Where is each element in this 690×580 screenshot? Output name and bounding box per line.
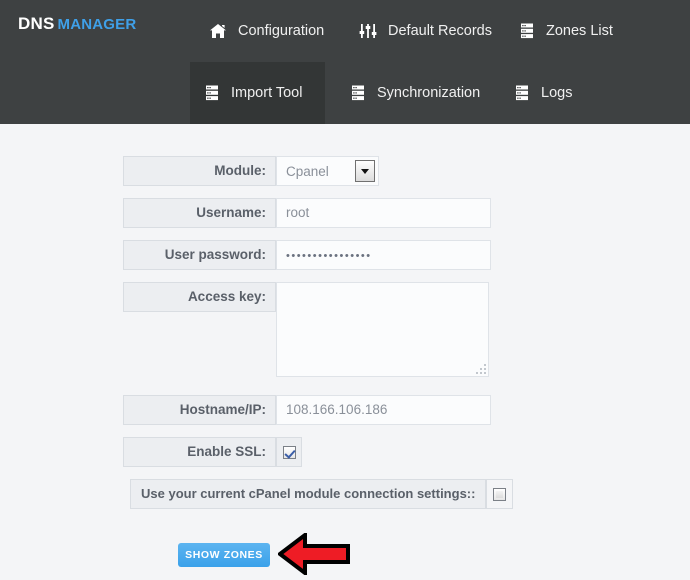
label-password: User password: bbox=[123, 240, 276, 270]
form-row-enable-ssl: Enable SSL: bbox=[123, 437, 302, 467]
module-select[interactable]: Cpanel bbox=[276, 156, 379, 186]
chevron-down-icon[interactable] bbox=[355, 160, 375, 182]
enable-ssl-checkbox[interactable] bbox=[282, 445, 296, 459]
use-current-settings-checkbox[interactable] bbox=[493, 487, 507, 501]
app-header: DNS MANAGER Configuration Default Record… bbox=[0, 0, 690, 124]
label-module: Module: bbox=[123, 156, 276, 186]
label-hostname: Hostname/IP: bbox=[123, 395, 276, 425]
enable-ssl-checkbox-cell[interactable] bbox=[276, 437, 302, 467]
nav-item-configuration[interactable]: Configuration bbox=[195, 0, 338, 62]
form-row-username: Username: root bbox=[123, 198, 491, 228]
show-zones-button[interactable]: SHOW ZONES bbox=[178, 543, 270, 567]
annotation-arrow-icon bbox=[276, 530, 350, 580]
tab-logs[interactable]: Logs bbox=[500, 62, 586, 124]
tab-label-import-tool: Import Tool bbox=[231, 85, 303, 101]
tab-label-synchronization: Synchronization bbox=[377, 85, 481, 101]
username-input[interactable]: root bbox=[276, 198, 491, 228]
server-icon bbox=[350, 84, 366, 102]
form-row-access-key: Access key: bbox=[123, 282, 489, 377]
use-current-settings-checkbox-cell[interactable] bbox=[486, 479, 514, 509]
username-value: root bbox=[286, 205, 310, 220]
form-row-hostname: Hostname/IP: 108.166.106.186 bbox=[123, 395, 491, 425]
access-key-textarea[interactable] bbox=[276, 282, 489, 377]
tab-label-logs: Logs bbox=[541, 85, 573, 101]
password-value: •••••••••••••••• bbox=[286, 250, 372, 262]
label-use-current-settings: Use your current cPanel module connectio… bbox=[130, 479, 487, 509]
tab-synchronization[interactable]: Synchronization bbox=[336, 62, 494, 124]
tab-import-tool[interactable]: Import Tool bbox=[190, 62, 325, 124]
nav-label-default-records: Default Records bbox=[388, 23, 492, 39]
resize-grip-icon[interactable] bbox=[476, 364, 486, 374]
dns-manager-page: DNS MANAGER Configuration Default Record… bbox=[0, 0, 690, 580]
server-icon bbox=[519, 22, 535, 40]
nav-label-configuration: Configuration bbox=[238, 23, 325, 39]
import-tool-form: Module: Cpanel Username: root User passw… bbox=[0, 124, 690, 580]
nav-item-default-records[interactable]: Default Records bbox=[345, 0, 506, 62]
sliders-icon bbox=[359, 22, 377, 40]
nav-label-zones-list: Zones List bbox=[546, 23, 613, 39]
form-row-module: Module: Cpanel bbox=[123, 156, 379, 186]
form-row-use-current-settings: Use your current cPanel module connectio… bbox=[130, 479, 514, 509]
hostname-input[interactable]: 108.166.106.186 bbox=[276, 395, 491, 425]
label-access-key: Access key: bbox=[123, 282, 276, 312]
nav-item-zones-list[interactable]: Zones List bbox=[505, 0, 627, 62]
home-icon bbox=[209, 22, 227, 40]
server-icon bbox=[204, 84, 220, 102]
label-enable-ssl: Enable SSL: bbox=[123, 437, 276, 467]
primary-navigation: Configuration Default Records Zones List bbox=[0, 0, 690, 62]
label-username: Username: bbox=[123, 198, 276, 228]
form-row-password: User password: •••••••••••••••• bbox=[123, 240, 491, 270]
server-icon bbox=[514, 84, 530, 102]
password-input[interactable]: •••••••••••••••• bbox=[276, 240, 491, 270]
secondary-navigation: Import Tool Synchronization Logs bbox=[0, 62, 690, 124]
module-select-value: Cpanel bbox=[286, 163, 329, 179]
hostname-value: 108.166.106.186 bbox=[286, 402, 388, 417]
